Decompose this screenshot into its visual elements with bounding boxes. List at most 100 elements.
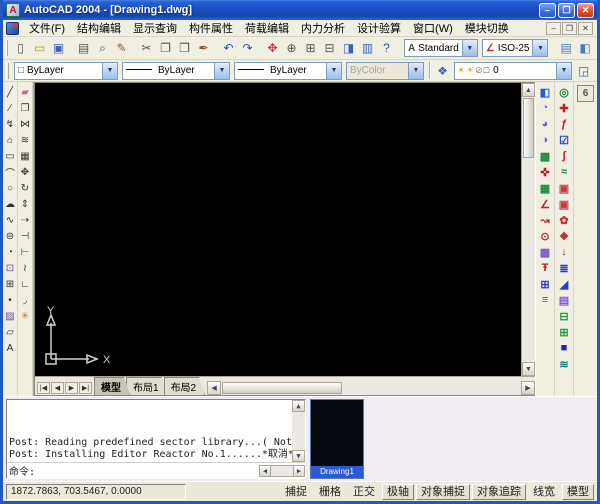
chevron-down-icon[interactable]: ▼ (462, 40, 477, 56)
properties-icon[interactable]: ◨ (339, 39, 358, 58)
plugin-solid-icon[interactable]: ■ (555, 340, 573, 356)
restore-button[interactable]: ❐ (558, 3, 575, 18)
revcloud-icon[interactable]: ☁ (3, 196, 18, 212)
offset-icon[interactable]: ≋ (18, 132, 33, 148)
redo-icon[interactable]: ↷ (238, 39, 257, 58)
insert-block-icon[interactable]: ⊡ (3, 260, 18, 276)
horizontal-scrollbar[interactable]: ◀ ▶ (207, 381, 535, 395)
ellipse-arc-icon[interactable]: ◔ (3, 244, 18, 260)
copy-object-icon[interactable]: ❐ (18, 100, 33, 116)
plugin-s-icon[interactable]: ∫ (555, 148, 573, 164)
layer-combo[interactable]: ☀☀⊘□ 0 ▼ (454, 62, 572, 80)
undo-icon[interactable]: ↶ (219, 39, 238, 58)
construction-line-icon[interactable]: ∕ (3, 100, 18, 116)
tab-layout1[interactable]: 布局1 (126, 377, 168, 395)
status-lineweight[interactable]: 线宽 (528, 484, 560, 500)
chevron-down-icon[interactable]: ▼ (214, 63, 229, 79)
menu-window[interactable]: 窗口(W) (407, 19, 459, 37)
plugin-tee-icon[interactable]: Ŧ (536, 260, 554, 276)
move-icon[interactable]: ✥ (18, 164, 33, 180)
hatch-icon[interactable]: ▨ (3, 308, 18, 324)
menu-module-switch[interactable]: 模块切换 (459, 19, 515, 37)
tab-nav-button[interactable]: |◀ (37, 382, 50, 394)
zoom-realtime-icon[interactable]: ⊕ (282, 39, 301, 58)
chevron-down-icon[interactable]: ▼ (326, 63, 341, 79)
chevron-down-icon[interactable]: ▼ (102, 63, 117, 79)
linetype-combo[interactable]: ByLayer ▼ (122, 62, 230, 80)
plugin-fan2-icon[interactable]: ◕ (536, 116, 554, 132)
menu-load-edit[interactable]: 荷载编辑 (239, 19, 295, 37)
plugin-script-icon[interactable]: ƒ (555, 116, 573, 132)
point-icon[interactable]: • (3, 292, 18, 308)
scale-icon[interactable]: ⇕ (18, 196, 33, 212)
explode-icon[interactable]: ✳ (18, 308, 33, 324)
make-layer-current-icon[interactable]: ◲ (574, 61, 593, 80)
publish-icon[interactable]: ✎ (112, 39, 131, 58)
designcenter-icon[interactable]: ▥ (358, 39, 377, 58)
stretch-icon[interactable]: ⇢ (18, 212, 33, 228)
polyline-icon[interactable]: ↯ (3, 116, 18, 132)
tab-nav-button[interactable]: ▶| (79, 382, 92, 394)
status-model[interactable]: 模型 (562, 484, 594, 500)
rotate-icon[interactable]: ↻ (18, 180, 33, 196)
plugin-grid-blue-icon[interactable]: ⊞ (536, 276, 554, 292)
doc-minimize-button[interactable]: – (546, 22, 561, 35)
plugin-curve-icon[interactable]: ↝ (536, 212, 554, 228)
command-window[interactable]: Post: Reading predefined sector library.… (6, 399, 306, 479)
mirror-icon[interactable]: ⋈ (18, 116, 33, 132)
help-icon[interactable]: ? (377, 39, 396, 58)
plugin-sketch-icon[interactable]: ≈ (555, 164, 573, 180)
status-osnap[interactable]: 对象捕捉 (416, 484, 470, 500)
extend-icon[interactable]: ⊢ (18, 244, 33, 260)
menu-structure-edit[interactable]: 结构编辑 (71, 19, 127, 37)
plugin-fill-icon[interactable]: ◧ (536, 84, 554, 100)
chevron-down-icon[interactable]: ▼ (556, 63, 571, 79)
scroll-down-icon[interactable]: ▼ (292, 450, 305, 462)
plugin-fan1-icon[interactable]: ◔ (536, 100, 554, 116)
toolbar-grip[interactable] (6, 40, 8, 56)
hscroll-thumb[interactable] (222, 382, 342, 394)
mtext-icon[interactable]: A (3, 340, 18, 356)
tab-nav-button[interactable]: ▶ (65, 382, 78, 394)
save-icon[interactable]: ▣ (49, 39, 68, 58)
plugin-check-icon[interactable]: ☑ (555, 132, 573, 148)
layer-color-swatch[interactable]: □ (484, 65, 489, 76)
close-button[interactable]: ✕ (577, 3, 594, 18)
scroll-right-icon[interactable]: ▶ (521, 381, 535, 395)
polygon-icon[interactable]: ⌂ (3, 132, 18, 148)
plugin-box2-icon[interactable]: ▣ (555, 196, 573, 212)
zoom-previous-icon[interactable]: ⊟ (320, 39, 339, 58)
tab-model[interactable]: 模型 (94, 377, 130, 395)
scroll-down-icon[interactable]: ▼ (522, 362, 535, 376)
plugin-grid-green-icon[interactable]: ▩ (536, 148, 554, 164)
menu-design-check[interactable]: 设计验算 (351, 19, 407, 37)
plugin-oval-icon[interactable]: ◎ (555, 84, 573, 100)
plugin-plus-icon[interactable]: ✚ (555, 100, 573, 116)
view-top-icon[interactable]: ◧ (575, 39, 594, 58)
plugin-drop-icon[interactable]: ↓ (555, 244, 573, 260)
named-views-icon[interactable]: ▤ (556, 39, 575, 58)
lock-icon[interactable]: 6 (577, 85, 594, 102)
paste-icon[interactable]: ❒ (175, 39, 194, 58)
layer-properties-icon[interactable]: ❖ (433, 61, 452, 80)
plugin-circle-icon[interactable]: ⊙ (536, 228, 554, 244)
tab-nav-button[interactable]: ◀ (51, 382, 64, 394)
drawing-icon[interactable] (6, 22, 19, 35)
minimize-button[interactable]: – (539, 3, 556, 18)
vertical-scrollbar[interactable]: ▲ ▼ (521, 83, 535, 376)
rectangle-icon[interactable]: ▭ (3, 148, 18, 164)
plugin-wedge-icon[interactable]: ◢ (555, 276, 573, 292)
ellipse-icon[interactable]: ⊜ (3, 228, 18, 244)
plugin-plus-box-icon[interactable]: ⊞ (555, 324, 573, 340)
drawing-thumbnail[interactable]: Drawing1 (310, 399, 364, 479)
plugin-cross-icon[interactable]: ✜ (536, 164, 554, 180)
cut-icon[interactable]: ✂ (137, 39, 156, 58)
status-snap[interactable]: 捕捉 (280, 484, 312, 500)
layer-lock-icon[interactable]: ⊘ (475, 65, 483, 76)
plugin-angle-icon[interactable]: ∠ (536, 196, 554, 212)
plugin-box1-icon[interactable]: ▣ (555, 180, 573, 196)
plugin-hatch-icon[interactable]: ▩ (536, 244, 554, 260)
plugin-purple-panel-icon[interactable]: ▤ (555, 292, 573, 308)
array-icon[interactable]: ▦ (18, 148, 33, 164)
plugin-flower2-icon[interactable]: ❖ (555, 228, 573, 244)
